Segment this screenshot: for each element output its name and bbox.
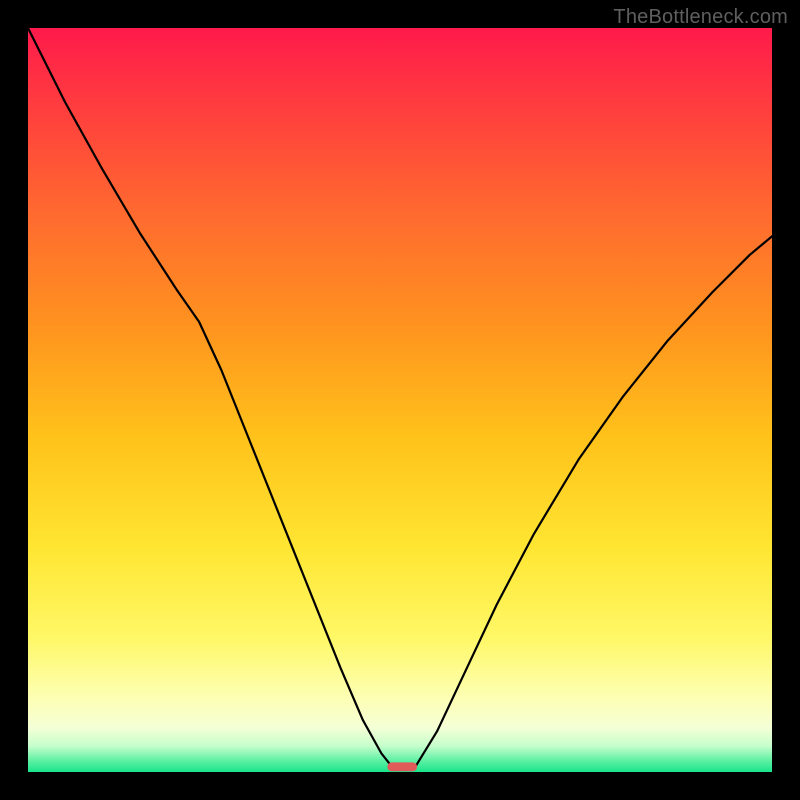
plot-area bbox=[28, 28, 772, 772]
optimum-marker bbox=[387, 762, 417, 771]
gradient-background bbox=[28, 28, 772, 772]
watermark-text: TheBottleneck.com bbox=[613, 6, 788, 29]
chart-frame: TheBottleneck.com bbox=[0, 0, 800, 800]
